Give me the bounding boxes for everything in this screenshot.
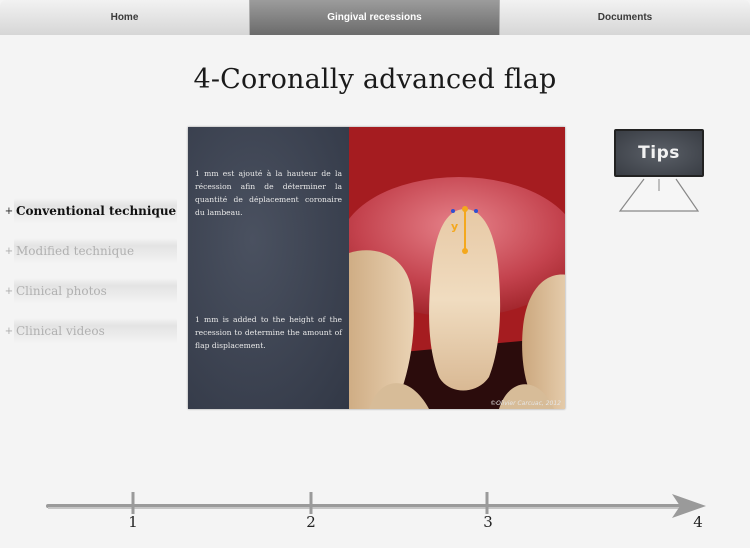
technique-slide: 1 mm est ajouté à la hauteur de la réces… — [188, 127, 565, 409]
menu-item-strip: Clinical videos — [14, 318, 177, 344]
slide-text-panel: 1 mm est ajouté à la hauteur de la réces… — [188, 127, 349, 409]
menu-item-clinical-videos[interactable]: + Clinical videos — [4, 316, 179, 346]
measurement-label: y — [451, 220, 459, 233]
timeline: 1 2 3 4 — [0, 480, 750, 548]
tips-button[interactable]: Tips — [614, 129, 704, 221]
menu-item-label: Conventional technique — [16, 204, 177, 218]
menu-item-label: Modified technique — [16, 244, 135, 258]
slide-text-french: 1 mm est ajouté à la hauteur de la réces… — [195, 169, 342, 217]
timeline-step-3[interactable]: 3 — [483, 513, 493, 531]
menu-item-modified-technique[interactable]: + Modified technique — [4, 236, 179, 266]
plus-icon: + — [4, 325, 14, 337]
tab-gingival-recessions[interactable]: Gingival recessions — [250, 0, 500, 35]
photo-credit: ©Olivier Carcuac, 2012 — [490, 400, 561, 407]
easel-icon — [618, 178, 700, 212]
timeline-arrow — [46, 492, 706, 518]
menu-item-strip: Clinical photos — [14, 278, 177, 304]
timeline-step-2[interactable]: 2 — [306, 513, 316, 531]
menu-item-conventional-technique[interactable]: + Conventional technique — [4, 196, 179, 226]
plus-icon: + — [4, 285, 14, 297]
plus-icon: + — [4, 205, 14, 217]
top-tab-bar: Home Gingival recessions Documents — [0, 0, 750, 35]
menu-item-strip: Modified technique — [14, 238, 177, 264]
tooth-illustration — [349, 127, 565, 409]
page-title: 4-Coronally advanced flap — [193, 64, 557, 95]
plus-icon: + — [4, 245, 14, 257]
menu-item-label: Clinical videos — [16, 324, 105, 338]
tab-home[interactable]: Home — [0, 0, 250, 35]
timeline-step-1[interactable]: 1 — [128, 513, 138, 531]
tab-documents[interactable]: Documents — [500, 0, 750, 35]
clinical-photo: y ©Olivier Carcuac, 2012 — [349, 127, 565, 409]
timeline-step-4[interactable]: 4 — [693, 513, 703, 531]
menu-item-clinical-photos[interactable]: + Clinical photos — [4, 276, 179, 306]
menu-item-strip: Conventional technique — [14, 198, 177, 224]
technique-menu: + Conventional technique + Modified tech… — [4, 196, 179, 356]
menu-item-label: Clinical photos — [16, 284, 107, 298]
slide-text-english: 1 mm is added to the height of the reces… — [195, 315, 342, 350]
